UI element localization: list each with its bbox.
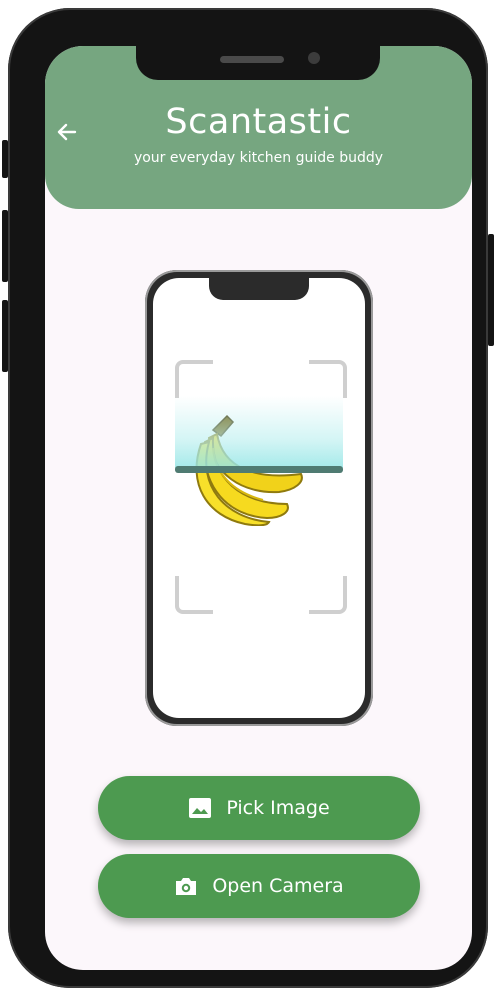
scan-frame-corner [309, 576, 347, 614]
speaker-grille [220, 56, 284, 63]
side-button [2, 140, 8, 178]
volume-up-button [2, 210, 8, 282]
camera-icon [176, 878, 197, 895]
illustration-notch [209, 278, 309, 300]
image-icon [189, 798, 212, 818]
pick-image-label: Pick Image [226, 797, 330, 819]
scan-glow [175, 396, 343, 468]
scan-line [175, 466, 343, 473]
scan-frame-corner [175, 576, 213, 614]
back-button[interactable] [51, 116, 83, 148]
volume-down-button [2, 300, 8, 372]
app-screen: Scantastic your everyday kitchen guide b… [45, 46, 472, 970]
scan-frame-corner [309, 360, 347, 398]
illustration-screen [153, 278, 365, 718]
front-camera [308, 52, 320, 64]
device-frame: Scantastic your everyday kitchen guide b… [2, 8, 494, 988]
arrow-left-icon [57, 123, 77, 141]
open-camera-button[interactable]: Open Camera [98, 854, 420, 918]
open-camera-label: Open Camera [212, 875, 344, 897]
app-title: Scantastic [165, 102, 352, 142]
scan-frame-corner [175, 360, 213, 398]
power-button [488, 234, 494, 346]
pick-image-button[interactable]: Pick Image [98, 776, 420, 840]
scan-illustration [145, 270, 373, 726]
app-subtitle: your everyday kitchen guide buddy [133, 150, 384, 166]
device-notch [136, 46, 380, 80]
